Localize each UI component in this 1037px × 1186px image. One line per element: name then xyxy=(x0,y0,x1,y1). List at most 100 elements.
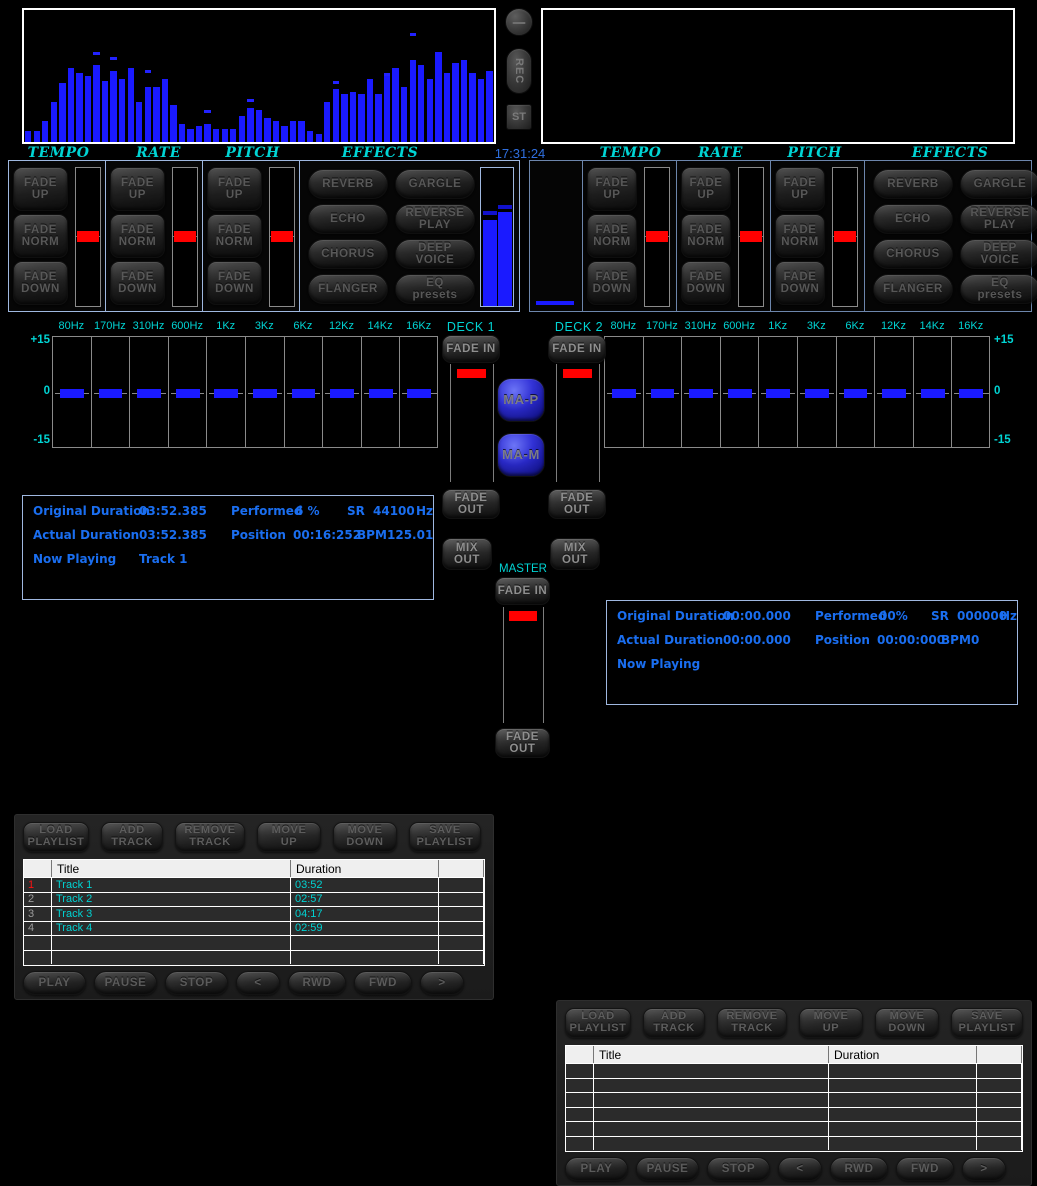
eq-band[interactable] xyxy=(605,337,644,447)
table-row[interactable] xyxy=(566,1135,1022,1150)
tempo-deck2-fade-norm-button[interactable]: FADE NORM xyxy=(587,214,637,258)
eq-band[interactable] xyxy=(682,337,721,447)
table-row[interactable] xyxy=(566,1077,1022,1092)
table-row[interactable] xyxy=(24,935,484,950)
playlist-column-header[interactable] xyxy=(977,1046,1022,1063)
table-row[interactable] xyxy=(566,1092,1022,1107)
fader-thumb-deck1[interactable] xyxy=(457,369,486,378)
effect-flanger-deck1-button[interactable]: FLANGER xyxy=(308,274,388,304)
rec-button[interactable]: REC xyxy=(506,48,532,94)
playlist-save-playlist-button[interactable]: SAVE PLAYLIST xyxy=(409,822,481,852)
pitch-deck2-fade-norm-button[interactable]: FADE NORM xyxy=(775,214,825,258)
effect-echo-deck2-button[interactable]: ECHO xyxy=(873,204,953,234)
transport-fwd-button[interactable]: FWD xyxy=(354,971,412,995)
tempo-deck1-fade-norm-button[interactable]: FADE NORM xyxy=(13,214,68,258)
pitch-deck2-slider[interactable] xyxy=(832,167,858,307)
playlist-column-header[interactable]: Title xyxy=(52,860,291,877)
eq-slider-thumb[interactable] xyxy=(766,389,791,398)
playlist-column-header[interactable] xyxy=(566,1046,594,1063)
transport-fwd-button[interactable]: FWD xyxy=(896,1157,954,1181)
eq-band[interactable] xyxy=(323,337,362,447)
playlist-move-down-button[interactable]: MOVE DOWN xyxy=(875,1008,939,1038)
eq-band[interactable] xyxy=(169,337,208,447)
eq-frame-deck1[interactable] xyxy=(52,336,438,448)
tempo-deck1-slider[interactable] xyxy=(75,167,101,307)
tempo-deck1-fade-down-button[interactable]: FADE DOWN xyxy=(13,261,68,305)
ma-plus-button[interactable]: MA-P xyxy=(497,378,545,422)
table-row[interactable] xyxy=(566,1106,1022,1121)
eq-band[interactable] xyxy=(837,337,876,447)
tempo-deck2-slider-thumb[interactable] xyxy=(646,231,668,242)
playlist-column-header[interactable]: Duration xyxy=(291,860,439,877)
ma-minus-button[interactable]: MA-M xyxy=(497,433,545,477)
tempo-deck1-fade-up-button[interactable]: FADE UP xyxy=(13,167,68,211)
table-row[interactable]: 4 Track 4 02:59 xyxy=(24,920,484,935)
table-row[interactable] xyxy=(24,949,484,964)
equalizer-deck1[interactable]: 80Hz 170Hz 310Hz 600Hz 1Kz 3Kz 6Kz 12Kz 14Kz 16Kz… xyxy=(20,320,438,460)
playlist-remove-track-button[interactable]: REMOVE TRACK xyxy=(717,1008,787,1038)
rate-deck1-slider-thumb[interactable] xyxy=(174,231,196,242)
effect-reverb-deck1-button[interactable]: REVERB xyxy=(308,169,388,199)
master-knob[interactable] xyxy=(505,8,533,36)
master-fade-out[interactable]: FADE OUT xyxy=(495,728,550,758)
eq-band[interactable] xyxy=(53,337,92,447)
fade-out-deck2[interactable]: FADE OUT xyxy=(548,489,606,519)
eq-slider-thumb[interactable] xyxy=(252,389,277,398)
playlist-table[interactable]: Title Duration xyxy=(565,1045,1023,1152)
eq-slider-thumb[interactable] xyxy=(175,389,200,398)
rate-deck1-fade-norm-button[interactable]: FADE NORM xyxy=(110,214,165,258)
eq-slider-thumb[interactable] xyxy=(920,389,945,398)
transport-pause-button[interactable]: PAUSE xyxy=(94,971,157,995)
eq-slider-thumb[interactable] xyxy=(368,389,393,398)
rate-deck1-slider[interactable] xyxy=(172,167,198,307)
pitch-deck1-fade-down-button[interactable]: FADE DOWN xyxy=(207,261,262,305)
pitch-deck2-slider-thumb[interactable] xyxy=(834,231,856,242)
eq-slider-thumb[interactable] xyxy=(959,389,984,398)
effect-chorus-deck1-button[interactable]: CHORUS xyxy=(308,239,388,269)
transport-pause-button[interactable]: PAUSE xyxy=(636,1157,699,1181)
table-row[interactable]: 1 Track 1 03:52 xyxy=(24,877,484,892)
effect-gargle-deck2-button[interactable]: GARGLE xyxy=(960,169,1037,199)
playlist-column-header[interactable] xyxy=(24,860,52,877)
master-fader-thumb[interactable] xyxy=(509,611,537,621)
eq-slider-thumb[interactable] xyxy=(137,389,162,398)
transport-next-button[interactable]: > xyxy=(962,1157,1006,1181)
tempo-deck2-fade-down-button[interactable]: FADE DOWN xyxy=(587,261,637,305)
table-row[interactable]: 3 Track 3 04:17 xyxy=(24,906,484,921)
playlist-move-up-button[interactable]: MOVE UP xyxy=(799,1008,863,1038)
eq-slider-thumb[interactable] xyxy=(727,389,752,398)
eq-slider-thumb[interactable] xyxy=(650,389,675,398)
table-row[interactable] xyxy=(566,1121,1022,1136)
eq-band[interactable] xyxy=(246,337,285,447)
master-fade-in[interactable]: FADE IN xyxy=(495,577,550,605)
eq-slider-thumb[interactable] xyxy=(843,389,868,398)
playlist-column-header[interactable]: Title xyxy=(594,1046,829,1063)
eq-band[interactable] xyxy=(362,337,401,447)
eq-band[interactable] xyxy=(400,337,439,447)
eq-slider-thumb[interactable] xyxy=(882,389,907,398)
eq-band[interactable] xyxy=(207,337,246,447)
fade-in-deck2[interactable]: FADE IN xyxy=(548,335,606,363)
stereo-button[interactable]: ST xyxy=(506,104,532,130)
eq-slider-thumb[interactable] xyxy=(291,389,316,398)
effect-eq-presets-deck2-button[interactable]: EQ presets xyxy=(960,274,1037,304)
eq-slider-thumb[interactable] xyxy=(330,389,355,398)
playlist-save-playlist-button[interactable]: SAVE PLAYLIST xyxy=(951,1008,1023,1038)
effect-reverse-play-deck1-button[interactable]: REVERSE PLAY xyxy=(395,204,475,234)
rate-deck2-fade-up-button[interactable]: FADE UP xyxy=(681,167,731,211)
transport-play-button[interactable]: PLAY xyxy=(565,1157,628,1181)
eq-band[interactable] xyxy=(130,337,169,447)
equalizer-deck2[interactable]: 80Hz 170Hz 310Hz 600Hz 1Kz 3Kz 6Kz 12Kz 14Kz 16Kz… xyxy=(604,320,1022,460)
pitch-deck1-fade-up-button[interactable]: FADE UP xyxy=(207,167,262,211)
eq-slider-thumb[interactable] xyxy=(407,389,432,398)
tempo-deck1-slider-thumb[interactable] xyxy=(77,231,99,242)
playlist-move-down-button[interactable]: MOVE DOWN xyxy=(333,822,397,852)
transport-next-button[interactable]: > xyxy=(420,971,464,995)
playlist-remove-track-button[interactable]: REMOVE TRACK xyxy=(175,822,245,852)
eq-slider-thumb[interactable] xyxy=(214,389,239,398)
effect-chorus-deck2-button[interactable]: CHORUS xyxy=(873,239,953,269)
effect-flanger-deck2-button[interactable]: FLANGER xyxy=(873,274,953,304)
effect-eq-presets-deck1-button[interactable]: EQ presets xyxy=(395,274,475,304)
eq-frame-deck2[interactable] xyxy=(604,336,990,448)
transport-rwd-button[interactable]: RWD xyxy=(288,971,346,995)
